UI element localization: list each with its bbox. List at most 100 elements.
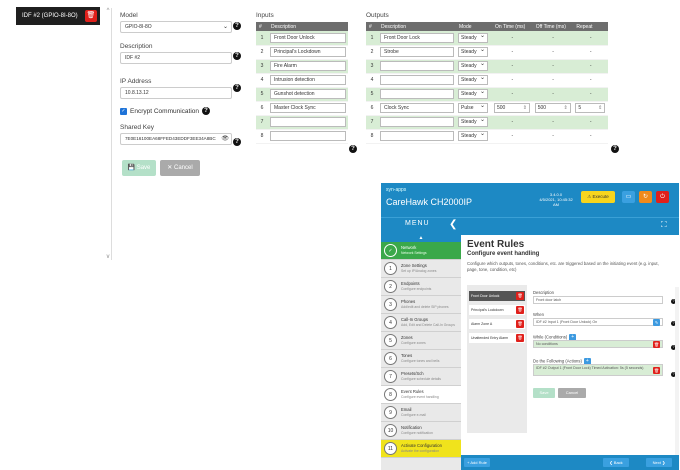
- shared-key-input[interactable]: 7E0E16100EA68FFED43EDDF3EE34A8BC 👁: [120, 133, 232, 145]
- on-time-cell: -: [492, 129, 533, 144]
- output-description-field[interactable]: [380, 117, 454, 127]
- mode-select[interactable]: Steady: [458, 74, 488, 85]
- output-description-field[interactable]: [380, 89, 454, 99]
- output-description-field[interactable]: [380, 61, 454, 71]
- output-description-field[interactable]: [380, 131, 454, 141]
- while-input[interactable]: No conditions 🗑: [533, 340, 663, 348]
- help-icon[interactable]: ?: [233, 84, 241, 92]
- sidebar-item[interactable]: ✓ Network Network Settings: [381, 242, 461, 260]
- sidebar-item[interactable]: 4 Call-In Groups Add, Edit and Delete Call…: [381, 314, 461, 332]
- repeat-cell: -: [573, 45, 608, 60]
- input-description-field[interactable]: Gunshot detection: [270, 89, 346, 99]
- sidebar-item[interactable]: 5 Zones Configure zones: [381, 332, 461, 350]
- delete-icon[interactable]: 🗑: [653, 367, 660, 374]
- on-time-input[interactable]: 500: [494, 103, 530, 113]
- expand-icon[interactable]: ⛶: [661, 220, 667, 230]
- input-description-field[interactable]: Fire Alarm: [270, 61, 346, 71]
- delete-icon[interactable]: 🗑: [516, 306, 524, 314]
- sidebar-item[interactable]: 1 Zone Settings Set up IP/Analog zones: [381, 260, 461, 278]
- sidebar-item-label: Event Rules: [401, 389, 424, 394]
- help-icon[interactable]: ?: [233, 52, 241, 60]
- delete-icon[interactable]: 🗑: [516, 292, 524, 300]
- output-description-field[interactable]: Clock Sync: [380, 103, 454, 113]
- output-description-field[interactable]: [380, 75, 454, 85]
- sidebar-item[interactable]: 10 Notification Configure notification: [381, 422, 461, 440]
- repeat-input[interactable]: 5: [575, 103, 606, 113]
- input-description-field[interactable]: [270, 117, 346, 127]
- input-description-field[interactable]: Front Door Unlock: [270, 32, 346, 43]
- delete-icon[interactable]: 🗑: [653, 341, 660, 348]
- scroll-down-icon[interactable]: v: [104, 254, 112, 260]
- outputs-header-repeat: Repeat: [573, 22, 608, 31]
- model-select[interactable]: GPIO-8I-8O ⌄: [120, 21, 232, 33]
- collapse-menu-icon[interactable]: ❮: [449, 219, 457, 230]
- mode-select[interactable]: Steady: [458, 32, 488, 43]
- scrollbar[interactable]: [675, 287, 679, 470]
- input-description-field[interactable]: Principal's Lockdown: [270, 47, 346, 57]
- output-description-cell: Strobe: [378, 45, 456, 60]
- add-rule-button[interactable]: + Add Rule: [464, 458, 490, 467]
- sidebar-item-label: Phones: [401, 299, 416, 304]
- sidebar-item[interactable]: 11 Activate Configuration Activate the con…: [381, 440, 461, 458]
- rule-form: Description Front door latch ? When IDF …: [533, 290, 677, 377]
- rule-list-item[interactable]: Unattended Entry Alarm 🗑: [469, 333, 525, 343]
- table-row: 7Steady---: [366, 115, 608, 130]
- next-button[interactable]: Next ❯: [646, 458, 672, 467]
- off-time-cell: -: [532, 59, 574, 74]
- rule-cancel-button[interactable]: Cancel: [558, 388, 586, 398]
- input-description-field[interactable]: Master Clock Sync: [270, 103, 346, 113]
- help-icon[interactable]: ?: [349, 145, 357, 153]
- sidebar-scroll-up-icon[interactable]: ▲: [381, 235, 461, 242]
- mode-select[interactable]: Pulse: [458, 102, 488, 113]
- sidebar-item[interactable]: 6 Tones Configure tones and bells: [381, 350, 461, 368]
- scrollbar[interactable]: ^ v: [104, 8, 112, 260]
- power-icon[interactable]: ⏻: [656, 191, 669, 203]
- trash-icon[interactable]: 🗑: [85, 10, 97, 22]
- refresh-icon[interactable]: ↻: [639, 191, 652, 203]
- mode-select[interactable]: Steady: [458, 60, 488, 71]
- rule-list-item[interactable]: Alarm Zone A 🗑: [469, 319, 525, 329]
- sidebar-item[interactable]: 2 Endpoints Configure endpoints: [381, 278, 461, 296]
- when-input[interactable]: IDF #2 Input 1 (Front Door Unlock) On ✎: [533, 318, 663, 326]
- eye-icon[interactable]: 👁: [221, 134, 229, 144]
- sidebar-item[interactable]: 7 Presets/Sch Configure schedule details: [381, 368, 461, 386]
- rule-list-item[interactable]: Principal's Lockdown 🗑: [469, 305, 525, 315]
- help-icon[interactable]: ?: [202, 107, 210, 115]
- sidebar-item[interactable]: 9 Email Configure e-mail: [381, 404, 461, 422]
- outputs-header-mode: Mode: [456, 22, 492, 31]
- help-icon[interactable]: ?: [233, 22, 241, 30]
- help-icon[interactable]: ?: [611, 145, 619, 153]
- delete-icon[interactable]: 🗑: [516, 320, 524, 328]
- device-list-item[interactable]: IDF #2 (GPIO-8I-8O) 🗑: [16, 7, 100, 25]
- execute-button[interactable]: ⚠ Execute: [581, 191, 615, 203]
- edit-icon[interactable]: ✎: [653, 319, 660, 326]
- mode-select[interactable]: Steady: [458, 116, 488, 127]
- off-time-input[interactable]: 500: [534, 103, 571, 113]
- output-description-field[interactable]: Front Door Lock: [380, 32, 454, 43]
- rule-description-input[interactable]: Front door latch: [533, 296, 663, 304]
- output-description-field[interactable]: Strobe: [380, 47, 454, 57]
- sidebar-item[interactable]: 3 Phones Add/edit and delete SIP phones: [381, 296, 461, 314]
- back-button[interactable]: ❮ Back: [603, 458, 629, 467]
- description-input[interactable]: IDF #2: [120, 52, 232, 64]
- sidebar-item[interactable]: 8 Event Rules Configure event handling: [381, 386, 461, 404]
- input-description-field[interactable]: [270, 131, 346, 141]
- mode-select[interactable]: Steady: [458, 130, 488, 141]
- input-description-field[interactable]: Intrusion detection: [270, 75, 346, 85]
- rule-save-button[interactable]: Save: [533, 388, 555, 398]
- cancel-button[interactable]: ✕ Cancel: [160, 160, 200, 176]
- step-number: 8: [384, 388, 397, 401]
- while-label-text: While (Conditions): [533, 334, 568, 340]
- mode-select[interactable]: Steady: [458, 46, 488, 57]
- help-icon[interactable]: ?: [233, 138, 241, 146]
- rule-list-item[interactable]: Front Door Unlock 🗑: [469, 291, 525, 301]
- scroll-up-icon[interactable]: ^: [104, 8, 112, 14]
- delete-icon[interactable]: 🗑: [516, 334, 524, 342]
- mode-select[interactable]: Steady: [458, 88, 488, 99]
- do-input[interactable]: IDF #2 Output 1 (Front Door Lock) Timed …: [533, 364, 663, 376]
- encrypt-checkbox[interactable]: ✓: [120, 107, 127, 115]
- monitor-icon[interactable]: ▭: [622, 191, 635, 203]
- table-row: 1Front Door LockSteady---: [366, 31, 608, 46]
- ip-input[interactable]: 10.8.13.12: [120, 87, 232, 99]
- save-button[interactable]: 💾 Save: [122, 160, 156, 176]
